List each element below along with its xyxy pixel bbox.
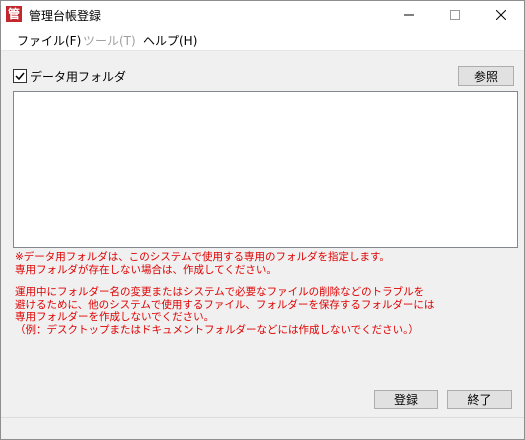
data-folder-checkbox[interactable] <box>13 69 27 83</box>
exit-button[interactable]: 終了 <box>447 390 512 409</box>
main-window: 管 管理台帳登録 ファイル(F) ツール(T) ヘルプ(H) データ用フォルダ … <box>0 0 525 440</box>
warning-note-text: 運用中にフォルダー名の変更またはシステムで必要なファイルの削除などのトラブルを … <box>15 286 435 336</box>
maximize-icon <box>450 9 460 20</box>
menu-help[interactable]: ヘルプ(H) <box>143 32 197 49</box>
data-folder-label: データ用フォルダ <box>30 70 127 84</box>
minimize-button[interactable] <box>386 1 432 28</box>
title-bar[interactable]: 管 管理台帳登録 <box>1 1 524 28</box>
close-icon <box>496 9 506 20</box>
menu-tools[interactable]: ツール(T) <box>83 32 136 49</box>
menu-bar: ファイル(F) ツール(T) ヘルプ(H) <box>1 28 524 51</box>
window-title: 管理台帳登録 <box>29 9 102 23</box>
browse-button[interactable]: 参照 <box>458 66 514 86</box>
status-bar <box>1 417 524 440</box>
checkmark-icon <box>15 72 25 81</box>
minimize-icon <box>404 14 414 15</box>
app-icon: 管 <box>6 6 22 22</box>
maximize-button[interactable] <box>432 1 478 28</box>
folder-note-text: ※データ用フォルダは、このシステムで使用する専用のフォルダを指定します。 専用フ… <box>15 251 390 276</box>
register-button[interactable]: 登録 <box>374 390 438 409</box>
folder-path-box[interactable] <box>13 91 518 248</box>
close-button[interactable] <box>478 1 524 28</box>
menu-file[interactable]: ファイル(F) <box>17 32 81 49</box>
